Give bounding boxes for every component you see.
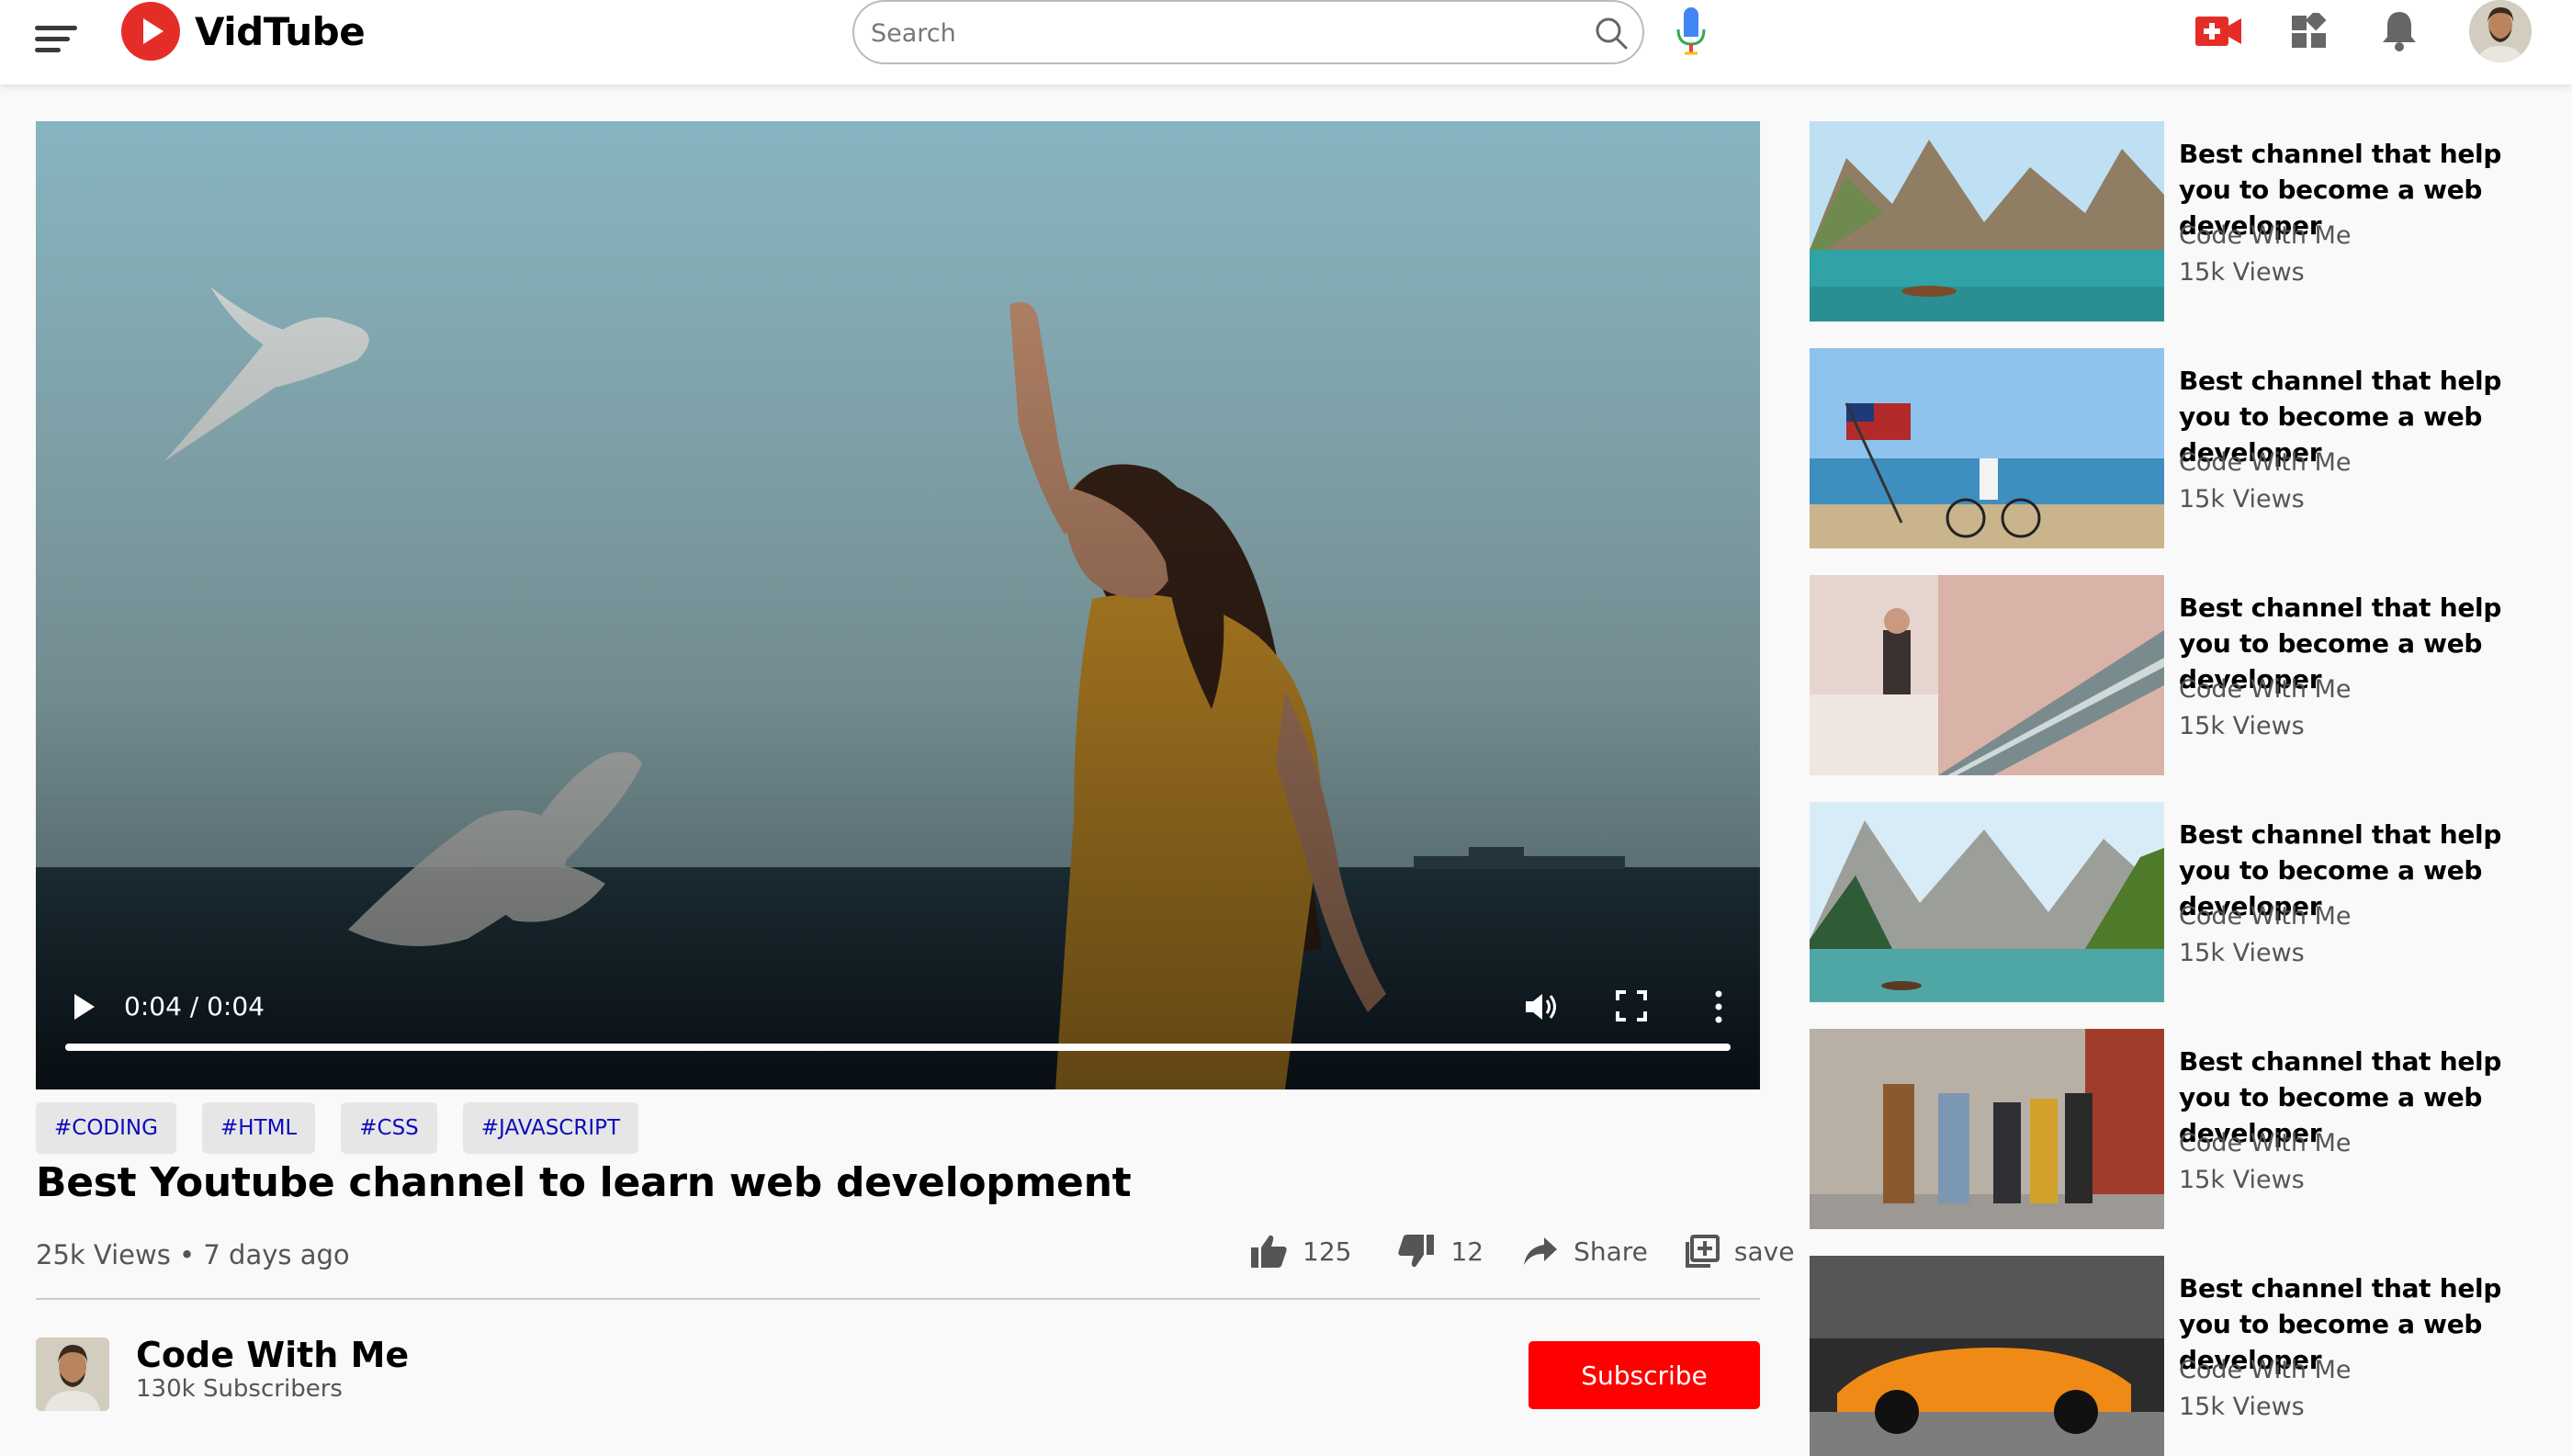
- video-progress-bar[interactable]: [65, 1044, 1731, 1051]
- play-icon[interactable]: [71, 990, 98, 1023]
- tag-chip[interactable]: #HTML: [201, 1102, 316, 1154]
- video-player[interactable]: 0:04 / 0:04: [36, 121, 1760, 1089]
- video-frame-image: [36, 121, 1760, 1089]
- search-input[interactable]: [869, 13, 1552, 53]
- save-button[interactable]: save: [1685, 1235, 1795, 1268]
- top-navbar: VidTube: [0, 0, 2572, 85]
- menu-icon[interactable]: [35, 17, 79, 61]
- time-display: 0:04 / 0:04: [124, 991, 265, 1021]
- recommended-video-item[interactable]: Best channel that help you to become a w…: [1810, 1256, 2544, 1456]
- recommended-video-views: 15k Views: [2179, 1393, 2305, 1421]
- share-label: Share: [1574, 1236, 1648, 1267]
- recommended-video-channel: Code With Me: [2179, 1356, 2352, 1384]
- search-icon[interactable]: [1593, 15, 1630, 51]
- microphone-icon[interactable]: [1674, 6, 1709, 57]
- channel-name[interactable]: Code With Me: [136, 1332, 409, 1378]
- divider: [36, 1298, 1760, 1300]
- video-title: Best Youtube channel to learn web develo…: [36, 1159, 1132, 1206]
- recommended-video-item[interactable]: Best channel that help you to become a w…: [1810, 1029, 2544, 1229]
- dislike-count: 12: [1450, 1236, 1484, 1267]
- fullscreen-icon[interactable]: [1616, 990, 1647, 1021]
- play-logo-icon: [121, 2, 180, 61]
- recommended-video-channel: Code With Me: [2179, 675, 2352, 704]
- recommended-video-channel: Code With Me: [2179, 1129, 2352, 1157]
- recommended-video-channel: Code With Me: [2179, 448, 2352, 477]
- subscribe-button[interactable]: Subscribe: [1529, 1341, 1760, 1409]
- share-icon: [1524, 1237, 1558, 1265]
- more-options-icon[interactable]: [1709, 988, 1728, 1025]
- recommended-video-views: 15k Views: [2179, 939, 2305, 967]
- recommended-video-item[interactable]: Best channel that help you to become a w…: [1810, 121, 2544, 322]
- like-button[interactable]: 125: [1249, 1233, 1351, 1270]
- subscriber-count: 130k Subscribers: [136, 1375, 343, 1403]
- video-thumbnail[interactable]: [1810, 121, 2164, 322]
- recommended-video-channel: Code With Me: [2179, 221, 2352, 250]
- channel-avatar[interactable]: [36, 1337, 109, 1411]
- video-meta: 25k Views • 7 days ago: [36, 1239, 350, 1270]
- tag-list: #CODING #HTML #CSS #JAVASCRIPT: [36, 1102, 639, 1154]
- thumbs-up-icon: [1251, 1235, 1287, 1268]
- user-avatar[interactable]: [2469, 0, 2532, 62]
- notification-bell-icon[interactable]: [2381, 9, 2418, 51]
- progress-fill: [65, 1044, 1731, 1051]
- recommended-video-views: 15k Views: [2179, 485, 2305, 514]
- recommended-video-item[interactable]: Best channel that help you to become a w…: [1810, 802, 2544, 1002]
- video-actions: 125 12 Share save: [1249, 1227, 1794, 1275]
- recommended-video-views: 15k Views: [2179, 712, 2305, 740]
- tag-chip[interactable]: #JAVASCRIPT: [462, 1102, 639, 1154]
- video-thumbnail[interactable]: [1810, 575, 2164, 775]
- video-thumbnail[interactable]: [1810, 348, 2164, 548]
- save-label: save: [1733, 1236, 1795, 1267]
- playlist-add-icon: [1685, 1235, 1720, 1268]
- upload-video-icon[interactable]: [2195, 15, 2241, 48]
- video-thumbnail[interactable]: [1810, 1029, 2164, 1229]
- recommended-video-item[interactable]: Best channel that help you to become a w…: [1810, 348, 2544, 548]
- volume-icon[interactable]: [1522, 988, 1559, 1025]
- thumbs-down-icon: [1398, 1235, 1435, 1268]
- tag-chip[interactable]: #CODING: [36, 1102, 176, 1154]
- tag-chip[interactable]: #CSS: [341, 1102, 437, 1154]
- recommended-video-views: 15k Views: [2179, 258, 2305, 287]
- video-thumbnail[interactable]: [1810, 1256, 2164, 1456]
- recommended-video-views: 15k Views: [2179, 1166, 2305, 1194]
- logo-text: VidTube: [195, 8, 366, 54]
- recommended-video-item[interactable]: Best channel that help you to become a w…: [1810, 575, 2544, 775]
- logo[interactable]: VidTube: [121, 2, 366, 61]
- share-button[interactable]: Share: [1522, 1236, 1648, 1267]
- recommended-video-channel: Code With Me: [2179, 902, 2352, 931]
- video-thumbnail[interactable]: [1810, 802, 2164, 1002]
- like-count: 125: [1303, 1236, 1352, 1267]
- dislike-button[interactable]: 12: [1397, 1233, 1483, 1270]
- search-box: [852, 0, 1644, 64]
- apps-icon[interactable]: [2291, 13, 2328, 50]
